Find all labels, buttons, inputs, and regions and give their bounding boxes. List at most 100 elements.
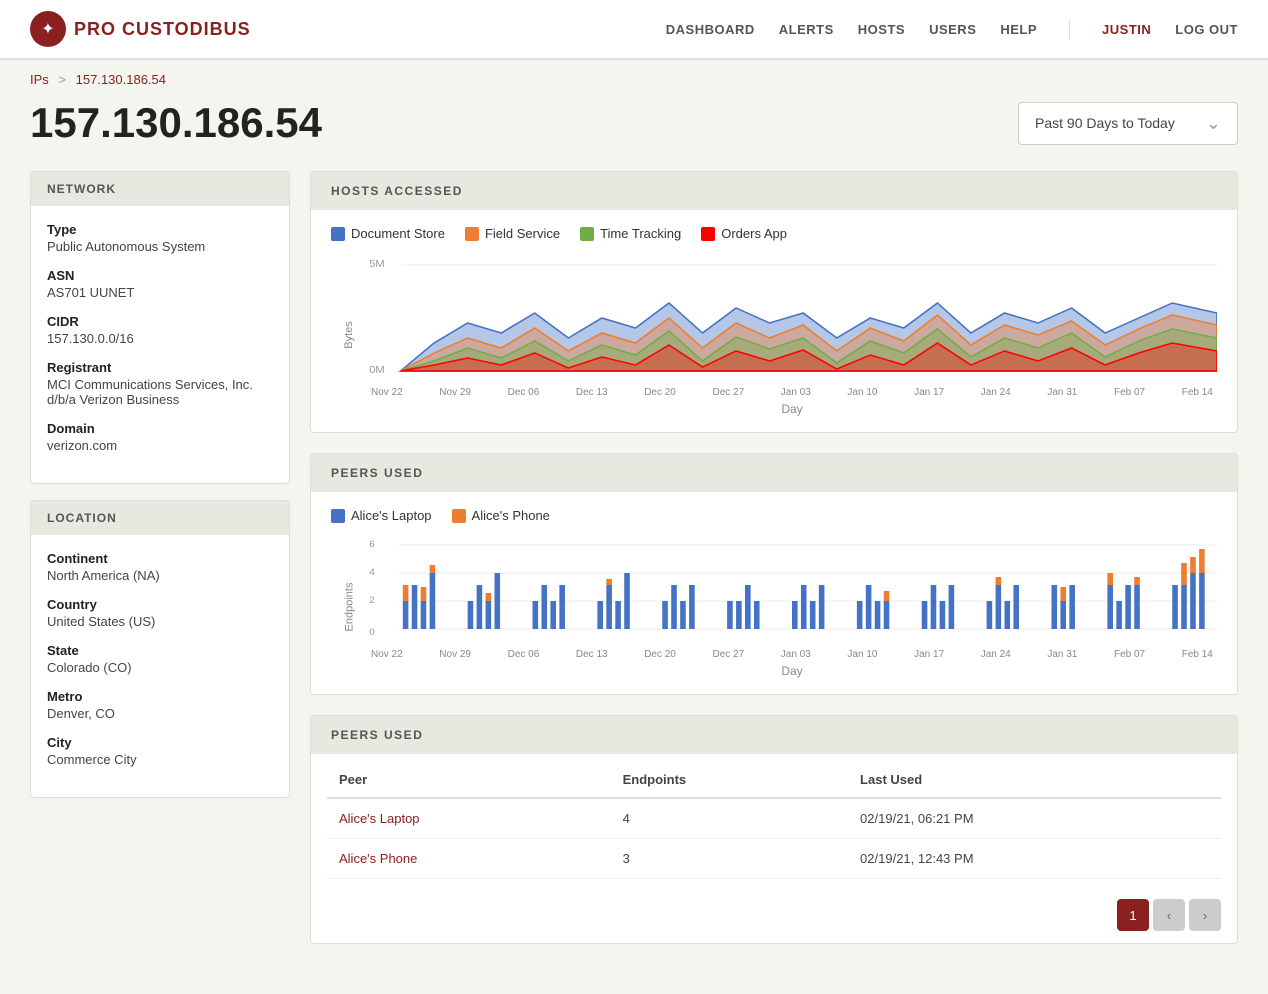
hosts-x-dec20: Dec 20: [644, 387, 676, 398]
main-nav: DASHBOARD ALERTS HOSTS USERS HELP JUSTIN…: [666, 19, 1238, 39]
location-city: City Commerce City: [47, 735, 273, 767]
location-state-value: Colorado (CO): [47, 660, 273, 675]
hosts-legend-orders-app: Orders App: [701, 226, 787, 241]
peers-x-jan31: Jan 31: [1047, 649, 1077, 660]
hosts-y-label: Bytes: [343, 321, 355, 349]
peers-x-dec06: Dec 06: [508, 649, 540, 660]
alice-laptop-link[interactable]: Alice's Laptop: [339, 811, 420, 826]
location-city-label: City: [47, 735, 273, 750]
peers-table-card: PEERS USED Peer Endpoints Last Used: [310, 715, 1238, 944]
breadcrumb-parent[interactable]: IPs: [30, 72, 49, 87]
location-continent-value: North America (NA): [47, 568, 273, 583]
svg-text:4: 4: [369, 567, 375, 577]
peer-phone-link: Alice's Phone: [327, 839, 611, 879]
hosts-svg-wrapper: 5M 0M: [367, 253, 1217, 416]
peers-bar-chart: 6 4 2 0: [367, 535, 1217, 645]
hosts-x-dec06: Dec 06: [508, 387, 540, 398]
hosts-chart-header: HOSTS ACCESSED: [311, 172, 1237, 210]
location-card: LOCATION Continent North America (NA) Co…: [30, 500, 290, 798]
network-card: NETWORK Type Public Autonomous System AS…: [30, 171, 290, 484]
page-1-button[interactable]: 1: [1117, 899, 1149, 931]
peers-data-table: Peer Endpoints Last Used Alice's Laptop …: [327, 762, 1221, 879]
hosts-legend-time-tracking: Time Tracking: [580, 226, 681, 241]
svg-text:5M: 5M: [369, 259, 385, 270]
prev-page-button[interactable]: ‹: [1153, 899, 1185, 931]
nav-logout[interactable]: LOG OUT: [1175, 22, 1238, 37]
breadcrumb: IPs > 157.130.186.54: [0, 60, 1268, 99]
network-domain-label: Domain: [47, 421, 273, 436]
phone-last-used: 02/19/21, 12:43 PM: [848, 839, 1221, 879]
date-filter-dropdown[interactable]: Past 90 Days to Today ⌄: [1018, 102, 1238, 145]
svg-text:0M: 0M: [369, 365, 385, 376]
peers-x-label: Day: [367, 664, 1217, 678]
hosts-legend-doc-store: Document Store: [331, 226, 445, 241]
network-domain: Domain verizon.com: [47, 421, 273, 453]
location-country: Country United States (US): [47, 597, 273, 629]
network-registrant: Registrant MCI Communications Services, …: [47, 360, 273, 407]
laptop-endpoints: 4: [611, 798, 848, 839]
nav-user[interactable]: JUSTIN: [1102, 22, 1151, 37]
hosts-area-chart: 5M 0M: [367, 253, 1217, 383]
nav-help[interactable]: HELP: [1000, 22, 1037, 37]
nav-alerts[interactable]: ALERTS: [779, 22, 834, 37]
peers-x-axis: Nov 22 Nov 29 Dec 06 Dec 13 Dec 20 Dec 2…: [367, 649, 1217, 660]
chevron-down-icon: ⌄: [1206, 113, 1221, 134]
hosts-x-jan31: Jan 31: [1047, 387, 1077, 398]
alice-phone-link[interactable]: Alice's Phone: [339, 851, 417, 866]
time-tracking-color: [580, 227, 594, 241]
peers-table-header: PEERS USED: [311, 716, 1237, 754]
hosts-legend: Document Store Field Service Time Tracki…: [331, 226, 1217, 241]
hosts-chart-body: Document Store Field Service Time Tracki…: [311, 210, 1237, 432]
breadcrumb-current[interactable]: 157.130.186.54: [76, 72, 166, 87]
location-card-body: Continent North America (NA) Country Uni…: [31, 535, 289, 797]
peers-chart-card: PEERS USED Alice's Laptop Alice's Phone: [310, 453, 1238, 695]
network-asn-value: AS701 UUNET: [47, 285, 273, 300]
peer-laptop-link: Alice's Laptop: [327, 798, 611, 839]
network-type-value: Public Autonomous System: [47, 239, 273, 254]
orders-app-color: [701, 227, 715, 241]
doc-store-color: [331, 227, 345, 241]
header: ✦ PRO CUSTODIBUS DASHBOARD ALERTS HOSTS …: [0, 0, 1268, 60]
phone-color: [452, 509, 466, 523]
hosts-chart-card: HOSTS ACCESSED Document Store Field Serv…: [310, 171, 1238, 433]
network-registrant-label: Registrant: [47, 360, 273, 375]
peers-x-jan03: Jan 03: [781, 649, 811, 660]
peers-chart-wrapper: Endpoints 6 4 2 0: [331, 535, 1217, 678]
hosts-x-nov29: Nov 29: [439, 387, 471, 398]
col-endpoints: Endpoints: [611, 762, 848, 798]
network-asn: ASN AS701 UUNET: [47, 268, 273, 300]
peers-chart-body: Alice's Laptop Alice's Phone Endpoints: [311, 492, 1237, 694]
location-metro: Metro Denver, CO: [47, 689, 273, 721]
laptop-color: [331, 509, 345, 523]
peers-legend: Alice's Laptop Alice's Phone: [331, 508, 1217, 523]
location-metro-label: Metro: [47, 689, 273, 704]
table-row: Alice's Phone 3 02/19/21, 12:43 PM: [327, 839, 1221, 879]
nav-users[interactable]: USERS: [929, 22, 976, 37]
hosts-x-axis: Nov 22 Nov 29 Dec 06 Dec 13 Dec 20 Dec 2…: [367, 387, 1217, 398]
peers-x-dec27: Dec 27: [712, 649, 744, 660]
hosts-x-label: Day: [367, 402, 1217, 416]
network-type-label: Type: [47, 222, 273, 237]
network-card-body: Type Public Autonomous System ASN AS701 …: [31, 206, 289, 483]
peers-table-head: Peer Endpoints Last Used: [327, 762, 1221, 798]
location-city-value: Commerce City: [47, 752, 273, 767]
peers-table-header-row: Peer Endpoints Last Used: [327, 762, 1221, 798]
hosts-x-feb14: Feb 14: [1182, 387, 1213, 398]
next-page-button[interactable]: ›: [1189, 899, 1221, 931]
peers-x-nov22: Nov 22: [371, 649, 403, 660]
hosts-x-jan17: Jan 17: [914, 387, 944, 398]
field-service-label: Field Service: [485, 226, 560, 241]
nav-hosts[interactable]: HOSTS: [858, 22, 905, 37]
hosts-x-nov22: Nov 22: [371, 387, 403, 398]
nav-dashboard[interactable]: DASHBOARD: [666, 22, 755, 37]
svg-text:0: 0: [369, 627, 375, 637]
breadcrumb-separator: >: [58, 72, 66, 87]
doc-store-label: Document Store: [351, 226, 445, 241]
network-asn-label: ASN: [47, 268, 273, 283]
hosts-x-feb07: Feb 07: [1114, 387, 1145, 398]
peers-x-jan24: Jan 24: [981, 649, 1011, 660]
laptop-last-used: 02/19/21, 06:21 PM: [848, 798, 1221, 839]
network-cidr-value: 157.130.0.0/16: [47, 331, 273, 346]
orders-app-label: Orders App: [721, 226, 787, 241]
location-continent-label: Continent: [47, 551, 273, 566]
